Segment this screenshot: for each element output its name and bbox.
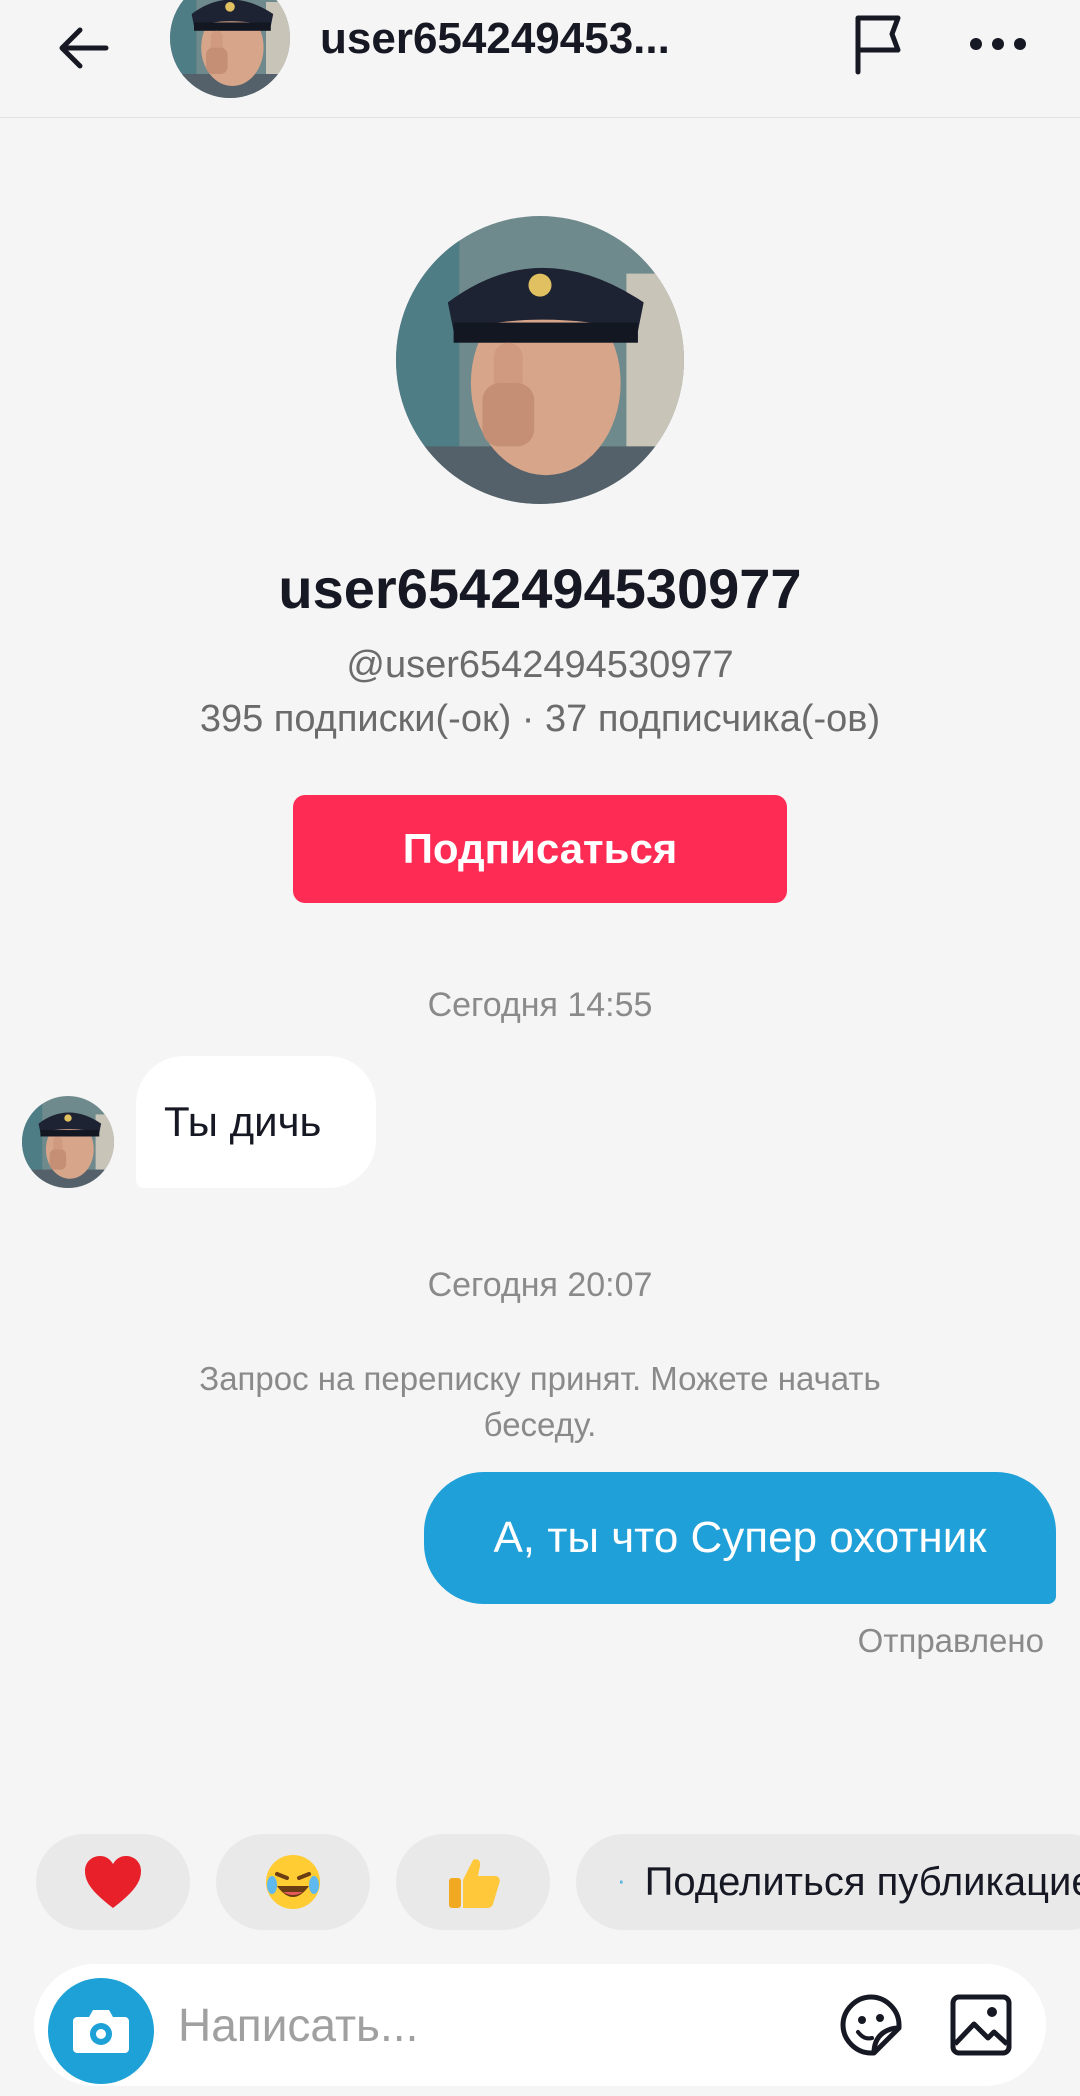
timestamp: Сегодня 14:55 xyxy=(427,986,653,1024)
flag-icon xyxy=(855,15,901,75)
report-button[interactable] xyxy=(838,4,918,84)
follow-button[interactable]: Подписаться xyxy=(293,795,787,903)
header-avatar[interactable] xyxy=(170,0,290,98)
header-username[interactable]: user654249453... xyxy=(320,14,770,64)
sticker-button[interactable] xyxy=(830,1984,912,2066)
camera-button[interactable] xyxy=(48,1978,154,2084)
share-post-icon xyxy=(620,1880,623,1884)
incoming-message-text: Ты дичь xyxy=(164,1098,322,1145)
thumbs-up-icon xyxy=(449,1859,500,1908)
sent-status: Отправлено xyxy=(857,1622,1044,1659)
timestamp: Сегодня 20:07 xyxy=(427,1266,653,1304)
more-options-button[interactable] xyxy=(958,4,1038,84)
profile-handle: @user6542494530977 xyxy=(346,644,734,686)
system-note: Запрос на переписку принят. Можете начат… xyxy=(199,1360,881,1443)
message-composer xyxy=(34,1964,1046,2086)
outgoing-message-text: А, ты что Супер охотник xyxy=(493,1513,987,1562)
image-icon xyxy=(950,1994,1012,2056)
laughing-emoji-icon xyxy=(266,1855,320,1909)
heart-reaction-button[interactable] xyxy=(36,1834,190,1930)
more-dots-icon xyxy=(970,38,1026,50)
sender-avatar[interactable] xyxy=(22,1096,114,1188)
heart-icon xyxy=(85,1856,141,1908)
profile-display-name: user6542494530977 xyxy=(278,557,802,620)
image-button[interactable] xyxy=(940,1984,1022,2066)
profile-avatar[interactable] xyxy=(396,216,684,504)
sticker-icon xyxy=(840,1994,902,2056)
arrow-left-icon xyxy=(59,27,109,69)
chat-header: user654249453... xyxy=(0,0,1080,118)
incoming-message-bubble[interactable]: Ты дичь xyxy=(136,1056,376,1188)
camera-icon xyxy=(73,2010,129,2053)
message-input[interactable] xyxy=(178,1984,818,2066)
thumbs-up-reaction-button[interactable] xyxy=(396,1834,550,1930)
share-post-chip[interactable]: Поделиться публикацией xyxy=(576,1834,1080,1930)
outgoing-message-bubble[interactable]: А, ты что Супер охотник xyxy=(424,1472,1056,1604)
back-button[interactable] xyxy=(44,8,124,88)
profile-stats: 395 подписки(-ок) · 37 подписчика(-ов) xyxy=(199,698,881,740)
share-post-label: Поделиться публикацией xyxy=(644,1859,1080,1904)
laugh-reaction-button[interactable] xyxy=(216,1834,370,1930)
